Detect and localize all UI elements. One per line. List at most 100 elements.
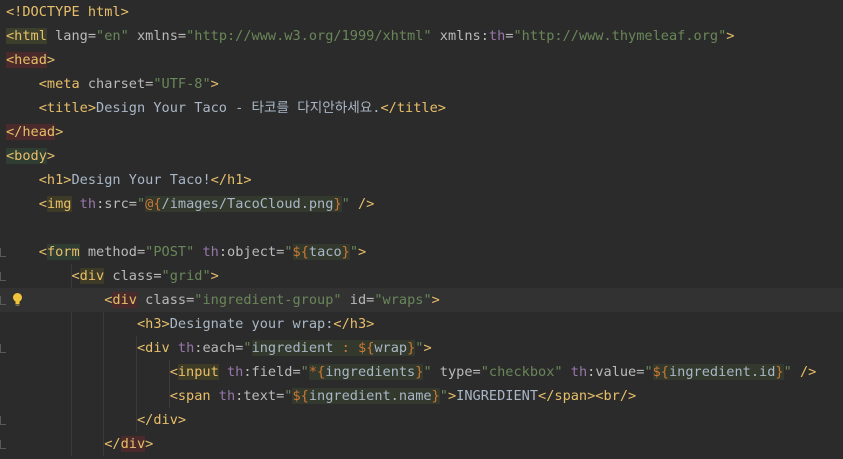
code-token: "	[300, 364, 309, 380]
code-text: <div class="grid">	[6, 264, 219, 288]
code-token: <	[38, 196, 47, 212]
code-token: "en"	[96, 28, 129, 44]
code-token: charset=	[79, 76, 154, 92]
code-token: </	[104, 436, 121, 452]
code-line[interactable]: <div class="ingredient-group" id="wraps"…	[0, 288, 843, 312]
code-line[interactable]: <span th:text="${ingredient.name}">INGRE…	[0, 384, 843, 408]
code-text: <body>	[6, 144, 55, 168]
code-token: "wraps"	[374, 292, 432, 308]
code-token: "	[783, 364, 792, 380]
code-token: th	[562, 364, 588, 380]
code-token: /images/	[161, 196, 228, 212]
code-line[interactable]: <form method="POST" th:object="${taco}">	[0, 240, 843, 264]
code-line[interactable]: <meta charset="UTF-8">	[0, 72, 843, 96]
code-token: "checkbox"	[480, 364, 563, 380]
code-text: <div class="ingredient-group" id="wraps"…	[6, 288, 440, 312]
code-token: id=	[341, 292, 375, 308]
code-token: >	[55, 124, 64, 140]
code-token: "	[423, 364, 432, 380]
code-line[interactable]: <title>Design Your Taco - 타코를 다지안하세요.</t…	[0, 96, 843, 120]
code-text: </head>	[6, 120, 63, 144]
code-token: lang=	[46, 28, 97, 44]
code-text: <form method="POST" th:object="${taco}">	[6, 240, 366, 264]
code-line[interactable]: <div class="grid">	[0, 264, 843, 288]
code-token: :object=	[218, 244, 285, 260]
code-line[interactable]: </div>	[0, 408, 843, 432]
code-text: <span th:text="${ingredient.name}">INGRE…	[6, 384, 636, 408]
code-token: *{	[308, 364, 326, 380]
code-token: <meta	[38, 76, 80, 92]
code-token: }	[333, 196, 342, 212]
code-token: ingredients	[325, 364, 416, 380]
code-text: </div>	[6, 408, 186, 432]
code-token: </title>	[380, 100, 446, 116]
code-token: TacoCloud.png	[227, 196, 334, 212]
code-token: >	[210, 76, 219, 92]
code-token: }	[775, 364, 784, 380]
code-token: ingredient.id	[669, 364, 776, 380]
code-token: "UTF-8"	[153, 76, 211, 92]
code-line[interactable]: <h1>Design Your Taco!</h1>	[0, 168, 843, 192]
code-token: method=	[79, 244, 146, 260]
code-token: >	[46, 148, 56, 164]
code-line[interactable]: <head>	[0, 48, 843, 72]
code-token: >	[210, 268, 219, 284]
code-line[interactable]: </div>	[0, 432, 843, 456]
code-text: <meta charset="UTF-8">	[6, 72, 219, 96]
code-line[interactable]: <div th:each="ingredient : ${wrap}">	[0, 336, 843, 360]
code-text: <h3>Designate your wrap:</h3>	[6, 312, 374, 336]
code-token: "	[341, 196, 350, 212]
code-text: </div>	[6, 432, 153, 456]
code-line[interactable]: <body>	[0, 144, 843, 168]
code-line[interactable]: <!DOCTYPE html>	[0, 0, 843, 24]
code-token: th	[218, 364, 244, 380]
code-line[interactable]: <html lang="en" xmlns="http://www.w3.org…	[0, 24, 843, 48]
code-token: div	[120, 436, 146, 452]
code-token: </h3>	[333, 316, 375, 332]
code-line[interactable]	[0, 216, 843, 240]
code-token: th	[488, 28, 506, 44]
code-token: :field=	[243, 364, 301, 380]
code-token: ingredient.name	[308, 388, 432, 404]
code-token: taco	[308, 244, 342, 260]
code-token: "http://www.w3.org/1999/xhtml"	[186, 28, 432, 44]
code-token: div	[79, 268, 105, 284]
code-token: "	[243, 340, 252, 356]
code-token: >	[145, 436, 154, 452]
code-token: "	[349, 244, 359, 260]
code-line[interactable]: </head>	[0, 120, 843, 144]
code-line[interactable]: <h3>Designate your wrap:</h3>	[0, 312, 843, 336]
code-line[interactable]: <input th:field="*{ingredients}" type="c…	[0, 360, 843, 384]
code-token: :src=	[96, 196, 137, 212]
code-token: </h1>	[210, 172, 252, 188]
code-token: >	[358, 244, 367, 260]
code-token: />	[349, 196, 375, 212]
code-text: <!DOCTYPE html>	[6, 0, 129, 24]
code-line[interactable]: <img th:src="@{/images/TacoCloud.png}" /…	[0, 192, 843, 216]
code-token: >	[431, 292, 440, 308]
code-token: ${	[292, 388, 309, 404]
code-token: <h1>	[38, 172, 72, 188]
code-text: <div th:each="ingredient : ${wrap}">	[6, 336, 432, 360]
code-token: }	[431, 388, 440, 404]
code-token: <	[38, 244, 47, 260]
code-token: <div	[136, 340, 170, 356]
code-token: <!DOCTYPE html>	[6, 4, 129, 20]
code-token: xmlns:	[431, 28, 489, 44]
code-token: "http://www.thymeleaf.org"	[513, 28, 727, 44]
code-token: >	[447, 388, 457, 404]
code-token: >	[423, 340, 432, 356]
code-token: >	[46, 52, 56, 68]
code-text: <h1>Design Your Taco!</h1>	[6, 168, 252, 192]
code-token: <	[169, 364, 178, 380]
code-token: </span><br/>	[538, 388, 637, 404]
code-editor[interactable]: <!DOCTYPE html> <html lang="en" xmlns="ht…	[0, 0, 843, 459]
